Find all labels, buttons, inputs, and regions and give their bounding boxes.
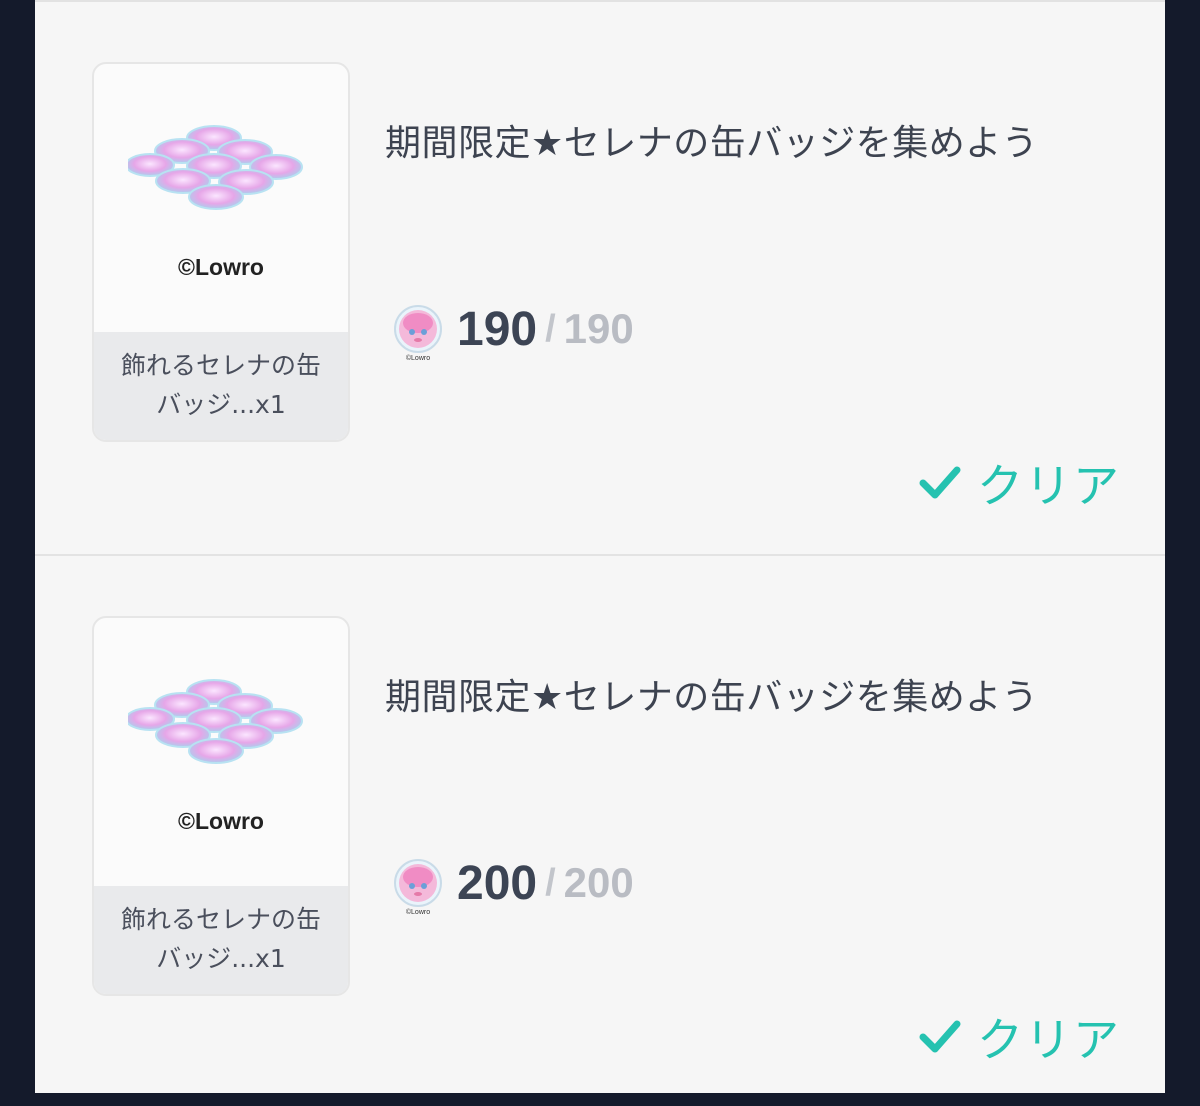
badge-pile-icon [128, 679, 303, 764]
reward-copyright: ©Lowro [178, 254, 264, 280]
mission-progress: ©Lowro 190 / 190 [393, 299, 634, 362]
progress-current: 200 [457, 856, 538, 910]
mission-title: 期間限定★セレナの缶バッジを集めよう [385, 123, 1039, 164]
reward-card[interactable]: ©Lowro 飾れるセレナの缶 バッジ...x1 [92, 62, 350, 442]
clear-label: クリア [977, 1013, 1121, 1067]
reward-caption: 飾れるセレナの缶 バッジ...x1 [94, 332, 348, 440]
mission-title: 期間限定★セレナの缶バッジを集めよう [385, 677, 1039, 718]
progress-separator: / [545, 861, 556, 904]
progress-target: 190 [563, 305, 634, 352]
checkmark-icon [919, 466, 961, 499]
reward-caption-line: バッジ...x1 [156, 944, 286, 973]
reward-card[interactable]: ©Lowro 飾れるセレナの缶 バッジ...x1 [92, 616, 350, 996]
reward-caption-line: バッジ...x1 [156, 390, 286, 419]
reward-image: ©Lowro [94, 64, 348, 332]
reward-caption-line: 飾れるセレナの缶 [120, 905, 321, 934]
reward-caption-line: 飾れるセレナの缶 [120, 351, 321, 380]
reward-caption: 飾れるセレナの缶 バッジ...x1 [94, 886, 348, 994]
clear-status: クリア [919, 450, 1121, 516]
badge-avatar-icon: ©Lowro [393, 858, 443, 916]
avatar-copyright: ©Lowro [405, 909, 431, 916]
badge-pile-icon [128, 125, 303, 210]
avatar-copyright: ©Lowro [405, 355, 431, 362]
progress-target: 200 [563, 859, 634, 906]
mission-progress: ©Lowro 200 / 200 [393, 853, 634, 916]
reward-copyright: ©Lowro [178, 808, 264, 834]
mission-list: ©Lowro 飾れるセレナの缶 バッジ...x1 期間限定★セレナの缶バッジを集… [35, 0, 1165, 1093]
clear-label: クリア [977, 459, 1121, 513]
checkmark-icon [919, 1020, 961, 1053]
mission-item: ©Lowro 飾れるセレナの缶 バッジ...x1 期間限定★セレナの缶バッジを集… [35, 2, 1165, 552]
mission-item: ©Lowro 飾れるセレナの缶 バッジ...x1 期間限定★セレナの缶バッジを集… [35, 554, 1165, 1106]
progress-current: 190 [457, 302, 538, 356]
clear-status: クリア [919, 1004, 1121, 1070]
badge-avatar-icon: ©Lowro [393, 304, 443, 362]
progress-separator: / [545, 307, 556, 350]
reward-image: ©Lowro [94, 618, 348, 886]
